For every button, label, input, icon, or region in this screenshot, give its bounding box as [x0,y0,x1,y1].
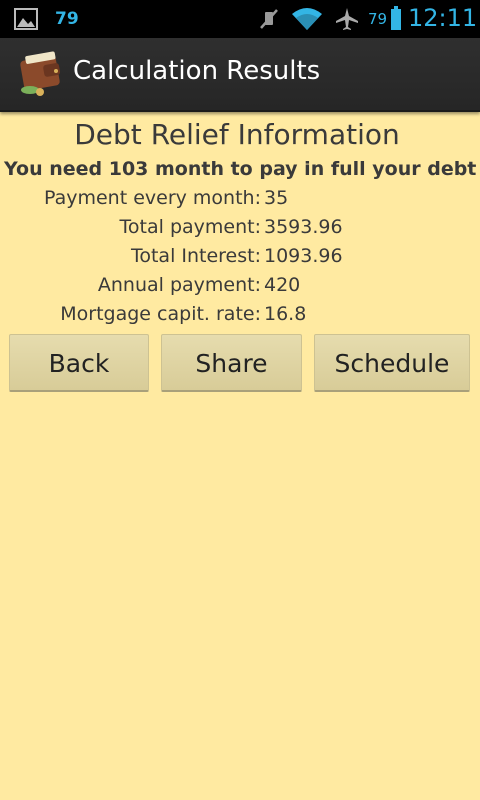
schedule-button[interactable]: Schedule [314,334,470,392]
notification-count: 79 [55,9,79,29]
result-label: Annual payment: [97,274,261,296]
app-title: Calculation Results [73,56,321,86]
result-row-total-payment: Total payment: 3593.96 [0,216,480,244]
result-row-mortgage-capit-rate: Mortgage capit. rate: 16.8 [0,303,480,331]
clock: 12:11 [408,4,478,32]
result-value: 35 [264,187,289,209]
gallery-icon [14,8,38,30]
battery-icon [391,6,401,30]
result-value: 420 [264,274,301,296]
wallet-icon[interactable] [16,48,68,98]
result-value: 16.8 [264,303,307,325]
action-bar: Calculation Results [0,38,480,112]
status-bar: 79 79 12:11 [0,0,480,38]
battery-level: 79 [368,10,388,28]
share-button[interactable]: Share [161,334,302,392]
page-heading: Debt Relief Information [74,118,400,151]
result-label: Mortgage capit. rate: [60,303,261,325]
result-row-annual-payment: Annual payment: 420 [0,274,480,302]
result-label: Total Interest: [130,245,261,267]
mute-icon [260,9,278,29]
wifi-icon [292,8,322,30]
result-value: 1093.96 [264,245,343,267]
back-button[interactable]: Back [9,334,149,392]
result-value: 3593.96 [264,216,343,238]
result-label: Payment every month: [43,187,261,209]
result-label: Total payment: [119,216,261,238]
result-row-total-interest: Total Interest: 1093.96 [0,245,480,273]
airplane-icon [336,8,358,30]
summary-text: You need 103 month to pay in full your d… [4,158,477,180]
result-row-payment-every-month: Payment every month: 35 [0,187,480,215]
